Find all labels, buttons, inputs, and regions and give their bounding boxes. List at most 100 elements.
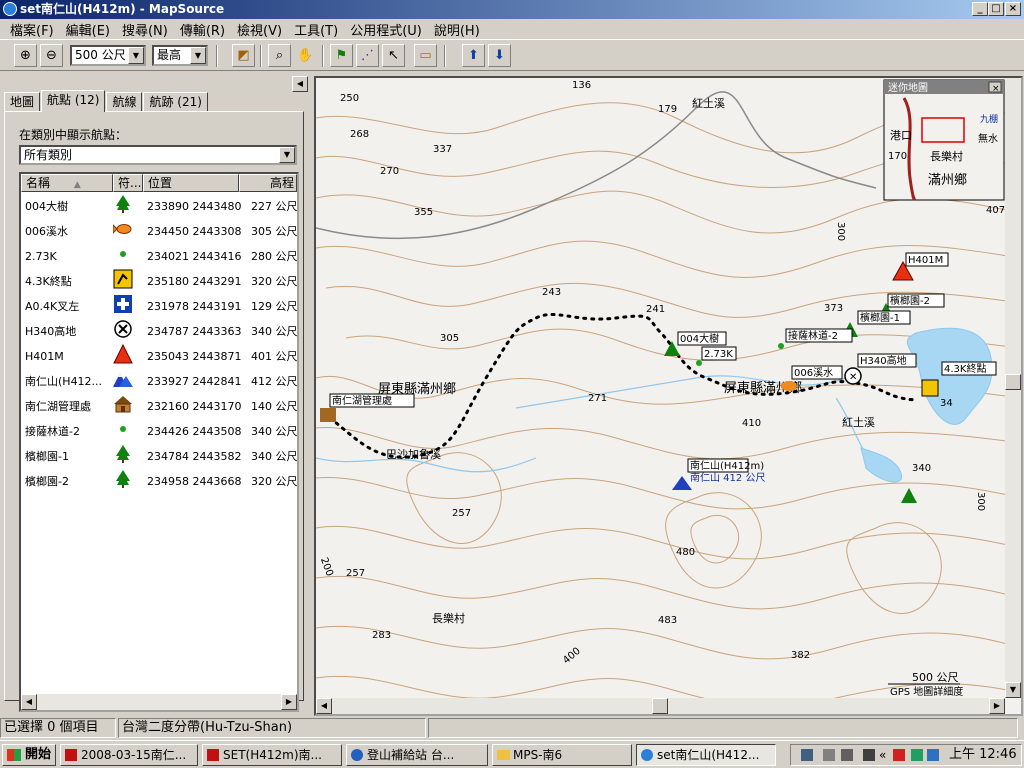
map-view[interactable]: 250 136 179 268 337 270 355 407 300 243 …: [314, 76, 1023, 716]
task-item[interactable]: MPS-南6: [492, 744, 632, 766]
scroll-thumb[interactable]: [1005, 374, 1021, 390]
waypoint-list[interactable]: 名稱 ▲ 符... 位置 高程 004大樹 233890 2443480 227 公…: [19, 172, 299, 712]
detail-combo[interactable]: 最高 ▼: [152, 45, 208, 66]
display-icon[interactable]: [841, 749, 853, 761]
chevron-down-icon[interactable]: ▼: [279, 147, 295, 163]
minimize-button[interactable]: _: [972, 2, 988, 16]
mini-map-label: 港口: [890, 129, 912, 142]
volume-icon[interactable]: [927, 749, 939, 761]
waypoint-label: 南仁湖管理處: [332, 394, 392, 407]
route-tool-icon[interactable]: ⋰: [356, 44, 379, 67]
scroll-left-icon[interactable]: ◀: [21, 694, 37, 710]
network-icon[interactable]: [823, 749, 835, 761]
waypoint-name: 006溪水: [25, 225, 68, 238]
elev-label: 305: [440, 333, 459, 344]
category-combo[interactable]: 所有類別 ▼: [19, 145, 297, 165]
green-dot-icon[interactable]: [696, 360, 702, 366]
scroll-left-icon[interactable]: ◀: [316, 698, 332, 714]
menu-view[interactable]: 檢視(V): [231, 20, 288, 39]
task-item[interactable]: SET(H412m)南...: [202, 744, 342, 766]
zoom-tool-icon[interactable]: ⌕: [268, 44, 291, 67]
send-to-device-icon[interactable]: ⬇: [488, 44, 511, 67]
pan-hand-icon[interactable]: ✋: [294, 44, 317, 67]
measure-ruler-icon[interactable]: ▭: [414, 44, 437, 67]
menu-search[interactable]: 搜尋(N): [116, 20, 174, 39]
receive-from-device-icon[interactable]: ⬆: [462, 44, 485, 67]
vertical-scrollbar[interactable]: ▼: [1005, 78, 1021, 698]
elev-label: 355: [414, 207, 433, 218]
green-dot-icon[interactable]: [778, 343, 784, 349]
elev-label: 337: [433, 144, 452, 155]
waypoint-position: 234784 2443582: [147, 450, 242, 463]
scroll-thumb[interactable]: [652, 698, 668, 714]
close-button[interactable]: ×: [1005, 2, 1021, 16]
chevron-down-icon[interactable]: ▼: [190, 47, 206, 64]
pane-scroll-left-icon[interactable]: ◀: [292, 76, 308, 92]
list-item[interactable]: 接薩林道-2 234426 2443508 340 公尺: [21, 419, 297, 444]
list-item[interactable]: A0.4K叉左 231978 2443191 129 公尺: [21, 294, 297, 319]
waypoint-name: H401M: [25, 350, 64, 363]
list-item[interactable]: 006溪水 234450 2443308 305 公尺: [21, 219, 297, 244]
tab-waypoints[interactable]: 航點 (12): [41, 90, 106, 112]
scale-combo[interactable]: 500 公尺 ▼: [70, 45, 146, 66]
scroll-right-icon[interactable]: ▶: [989, 698, 1005, 714]
fish-icon[interactable]: [781, 381, 797, 391]
maximize-button[interactable]: □: [988, 2, 1004, 16]
zoom-out-icon[interactable]: ⊖: [40, 44, 63, 67]
tab-routes[interactable]: 航線: [106, 92, 143, 112]
status-bar: 已選擇 0 個項目 台灣二度分帶(Hu-Tzu-Shan): [0, 718, 1024, 740]
menu-help[interactable]: 說明(H): [428, 20, 486, 39]
list-item[interactable]: H340高地 234787 2443363 340 公尺: [21, 319, 297, 344]
task-item[interactable]: 登山補給站 台...: [346, 744, 488, 766]
tray-expand-icon[interactable]: «: [879, 745, 886, 765]
menu-transfer[interactable]: 傳輸(R): [174, 20, 231, 39]
list-item[interactable]: 004大樹 233890 2443480 227 公尺: [21, 194, 297, 219]
zoom-in-icon[interactable]: ⊕: [14, 44, 37, 67]
toolbar: ⊕ ⊖ 500 公尺 ▼ 最高 ▼ ◩ ⌕ ✋ ⚑ ⋰ ↖ ▭ ⬆ ⬇: [0, 41, 1024, 71]
lake-shape: [906, 327, 993, 425]
list-item[interactable]: 4.3K終點 235180 2443291 320 公尺: [21, 269, 297, 294]
map-select-icon[interactable]: ◩: [232, 44, 255, 67]
menu-file[interactable]: 檔案(F): [4, 20, 60, 39]
horizontal-scrollbar[interactable]: ◀ ▶: [21, 694, 297, 710]
list-item[interactable]: 南仁湖管理處 232160 2443170 140 公尺: [21, 394, 297, 419]
waypoint-name: 南仁湖管理處: [25, 400, 91, 413]
task-item-active[interactable]: set南仁山(H412...: [636, 744, 776, 766]
list-item[interactable]: H401M 235043 2443871 401 公尺: [21, 343, 297, 369]
mini-map[interactable]: 迷你地圖 × 港口 長樂村 滿州鄉 九棚 無水 170: [883, 79, 1005, 201]
tab-tracks[interactable]: 航跡 (21): [143, 92, 208, 112]
tab-maps[interactable]: 地圖: [4, 92, 41, 112]
scroll-down-icon[interactable]: ▼: [1005, 682, 1021, 698]
map-horizontal-scrollbar[interactable]: ◀ ▶: [316, 698, 1005, 714]
list-item[interactable]: 南仁山(H412... 233927 2442841 412 公尺: [21, 369, 297, 394]
trailhead-icon[interactable]: [921, 379, 939, 397]
tree-icon[interactable]: [901, 488, 917, 503]
sync-icon[interactable]: [911, 749, 923, 761]
start-button[interactable]: 開始: [2, 744, 56, 766]
menu-bar: 檔案(F) 編輯(E) 搜尋(N) 傳輸(R) 檢視(V) 工具(T) 公用程式…: [0, 19, 1024, 40]
map-canvas[interactable]: 250 136 179 268 337 270 355 407 300 243 …: [316, 78, 1021, 714]
mapsource-icon: [641, 749, 653, 761]
house-icon[interactable]: [320, 408, 336, 422]
select-arrow-icon[interactable]: ↖: [382, 44, 405, 67]
mountain-icon[interactable]: [672, 476, 692, 490]
list-item[interactable]: 2.73K 234021 2443416 280 公尺: [21, 244, 297, 269]
chevron-down-icon[interactable]: ▼: [128, 47, 144, 64]
task-item[interactable]: 2008-03-15南仁...: [60, 744, 198, 766]
keyboard-icon[interactable]: [801, 749, 813, 761]
menu-utilities[interactable]: 公用程式(U): [344, 20, 428, 39]
waypoint-flag-icon[interactable]: ⚑: [330, 44, 353, 67]
close-icon[interactable]: ×: [992, 84, 1000, 94]
list-item[interactable]: 檳榔園-1 234784 2443582 340 公尺: [21, 444, 297, 469]
column-elevation[interactable]: 高程: [239, 174, 297, 192]
column-symbol[interactable]: 符...: [113, 174, 143, 192]
menu-tools[interactable]: 工具(T): [288, 20, 344, 39]
list-item[interactable]: 檳榔園-2 234958 2443668 320 公尺: [21, 469, 297, 494]
mountain-icon: [113, 369, 133, 389]
antivirus-icon[interactable]: [893, 749, 905, 761]
pen-icon[interactable]: [863, 749, 875, 761]
menu-edit[interactable]: 編輯(E): [60, 20, 116, 39]
scroll-right-icon[interactable]: ▶: [281, 694, 297, 710]
column-position[interactable]: 位置: [143, 174, 239, 192]
column-name[interactable]: 名稱 ▲: [21, 174, 113, 192]
